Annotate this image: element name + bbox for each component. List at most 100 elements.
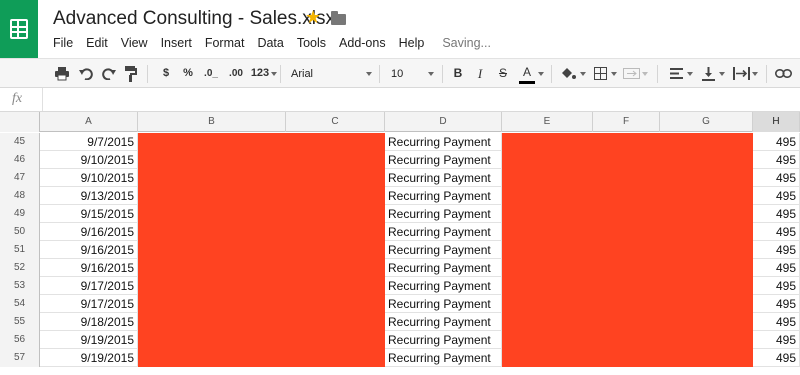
redacted-cells-e-g xyxy=(502,169,753,187)
row-header[interactable]: 49 xyxy=(0,205,40,223)
description-cell[interactable]: Recurring Payment xyxy=(385,169,502,187)
date-cell[interactable]: 9/16/2015 xyxy=(40,259,138,277)
menu-insert[interactable]: Insert xyxy=(161,36,192,52)
column-header-d[interactable]: D xyxy=(385,112,502,132)
row-header[interactable]: 55 xyxy=(0,313,40,331)
amount-cell[interactable]: 495 xyxy=(753,223,800,241)
description-cell[interactable]: Recurring Payment xyxy=(385,313,502,331)
row-header[interactable]: 47 xyxy=(0,169,40,187)
date-cell[interactable]: 9/19/2015 xyxy=(40,349,138,367)
row-header[interactable]: 52 xyxy=(0,259,40,277)
column-header-h[interactable]: H xyxy=(753,112,800,132)
date-cell[interactable]: 9/17/2015 xyxy=(40,295,138,313)
row-header[interactable]: 51 xyxy=(0,241,40,259)
increase-decimals-button[interactable]: .00 xyxy=(226,59,246,88)
title-bar: Advanced Consulting - Sales.xlsx ★ File … xyxy=(0,0,800,58)
date-cell[interactable]: 9/16/2015 xyxy=(40,241,138,259)
menu-view[interactable]: View xyxy=(121,36,148,52)
menu-tools[interactable]: Tools xyxy=(297,36,326,52)
currency-format-button[interactable]: $ xyxy=(160,59,172,88)
percent-format-button[interactable]: % xyxy=(181,59,195,88)
merge-cells-icon[interactable] xyxy=(623,68,640,79)
amount-cell[interactable]: 495 xyxy=(753,241,800,259)
date-cell[interactable]: 9/15/2015 xyxy=(40,205,138,223)
star-icon[interactable]: ★ xyxy=(305,8,321,26)
italic-button[interactable]: I xyxy=(473,59,487,88)
description-cell[interactable]: Recurring Payment xyxy=(385,187,502,205)
description-cell[interactable]: Recurring Payment xyxy=(385,349,502,367)
description-cell[interactable]: Recurring Payment xyxy=(385,295,502,313)
fill-color-icon[interactable] xyxy=(560,67,576,81)
menu-edit[interactable]: Edit xyxy=(86,36,108,52)
vertical-align-bottom-icon[interactable] xyxy=(702,67,715,81)
date-cell[interactable]: 9/18/2015 xyxy=(40,313,138,331)
row-header[interactable]: 56 xyxy=(0,331,40,349)
amount-cell[interactable]: 495 xyxy=(753,277,800,295)
column-header-g[interactable]: G xyxy=(660,112,753,132)
description-cell[interactable]: Recurring Payment xyxy=(385,277,502,295)
menu-help[interactable]: Help xyxy=(399,36,425,52)
date-cell[interactable]: 9/17/2015 xyxy=(40,277,138,295)
date-cell[interactable]: 9/19/2015 xyxy=(40,331,138,349)
row-header[interactable]: 57 xyxy=(0,349,40,367)
row-header[interactable]: 45 xyxy=(0,133,40,151)
menu-add-ons[interactable]: Add-ons xyxy=(339,36,386,52)
amount-cell[interactable]: 495 xyxy=(753,331,800,349)
undo-icon[interactable] xyxy=(79,68,93,80)
document-title[interactable]: Advanced Consulting - Sales.xlsx xyxy=(53,8,335,30)
description-cell[interactable]: Recurring Payment xyxy=(385,241,502,259)
bold-button[interactable]: B xyxy=(451,59,465,88)
amount-cell[interactable]: 495 xyxy=(753,151,800,169)
column-header-e[interactable]: E xyxy=(502,112,593,132)
strikethrough-button[interactable]: S xyxy=(496,59,510,88)
sheets-logo-icon[interactable] xyxy=(0,0,38,58)
text-wrapping-icon[interactable] xyxy=(733,67,750,80)
date-cell[interactable]: 9/7/2015 xyxy=(40,133,138,151)
amount-cell[interactable]: 495 xyxy=(753,313,800,331)
description-cell[interactable]: Recurring Payment xyxy=(385,133,502,151)
column-header-f[interactable]: F xyxy=(593,112,660,132)
column-header-c[interactable]: C xyxy=(286,112,385,132)
description-cell[interactable]: Recurring Payment xyxy=(385,151,502,169)
amount-cell[interactable]: 495 xyxy=(753,349,800,367)
description-cell[interactable]: Recurring Payment xyxy=(385,223,502,241)
formula-input[interactable] xyxy=(42,88,800,111)
redacted-cells-b-c xyxy=(138,151,385,169)
date-cell[interactable]: 9/13/2015 xyxy=(40,187,138,205)
more-formats-button[interactable]: 123 xyxy=(249,59,271,88)
redo-icon[interactable] xyxy=(102,68,116,80)
vertical-align-chevron-down-icon xyxy=(719,72,725,76)
row-header[interactable]: 48 xyxy=(0,187,40,205)
insert-link-icon[interactable] xyxy=(775,69,792,78)
menu-file[interactable]: File xyxy=(53,36,73,52)
menu-data[interactable]: Data xyxy=(257,36,283,52)
amount-cell[interactable]: 495 xyxy=(753,205,800,223)
amount-cell[interactable]: 495 xyxy=(753,295,800,313)
spreadsheet-grid[interactable]: A B C D E F G H 45 9/7/2015 Recurring Pa… xyxy=(0,112,800,375)
select-all-corner[interactable] xyxy=(0,112,40,132)
decrease-decimals-button[interactable]: .0_ xyxy=(203,59,219,88)
row-header[interactable]: 54 xyxy=(0,295,40,313)
font-family-select[interactable]: Arial xyxy=(287,63,375,85)
date-cell[interactable]: 9/10/2015 xyxy=(40,169,138,187)
paint-format-icon[interactable] xyxy=(125,66,137,82)
borders-icon[interactable] xyxy=(594,67,607,80)
description-cell[interactable]: Recurring Payment xyxy=(385,259,502,277)
align-left-icon[interactable] xyxy=(670,68,683,79)
column-header-b[interactable]: B xyxy=(138,112,286,132)
amount-cell[interactable]: 495 xyxy=(753,133,800,151)
column-header-a[interactable]: A xyxy=(40,112,138,132)
amount-cell[interactable]: 495 xyxy=(753,259,800,277)
amount-cell[interactable]: 495 xyxy=(753,187,800,205)
description-cell[interactable]: Recurring Payment xyxy=(385,331,502,349)
amount-cell[interactable]: 495 xyxy=(753,169,800,187)
folder-icon[interactable] xyxy=(331,11,346,25)
print-icon[interactable] xyxy=(54,67,70,81)
date-cell[interactable]: 9/10/2015 xyxy=(40,151,138,169)
date-cell[interactable]: 9/16/2015 xyxy=(40,223,138,241)
description-cell[interactable]: Recurring Payment xyxy=(385,205,502,223)
row-header[interactable]: 50 xyxy=(0,223,40,241)
row-header[interactable]: 53 xyxy=(0,277,40,295)
row-header[interactable]: 46 xyxy=(0,151,40,169)
menu-format[interactable]: Format xyxy=(205,36,245,52)
